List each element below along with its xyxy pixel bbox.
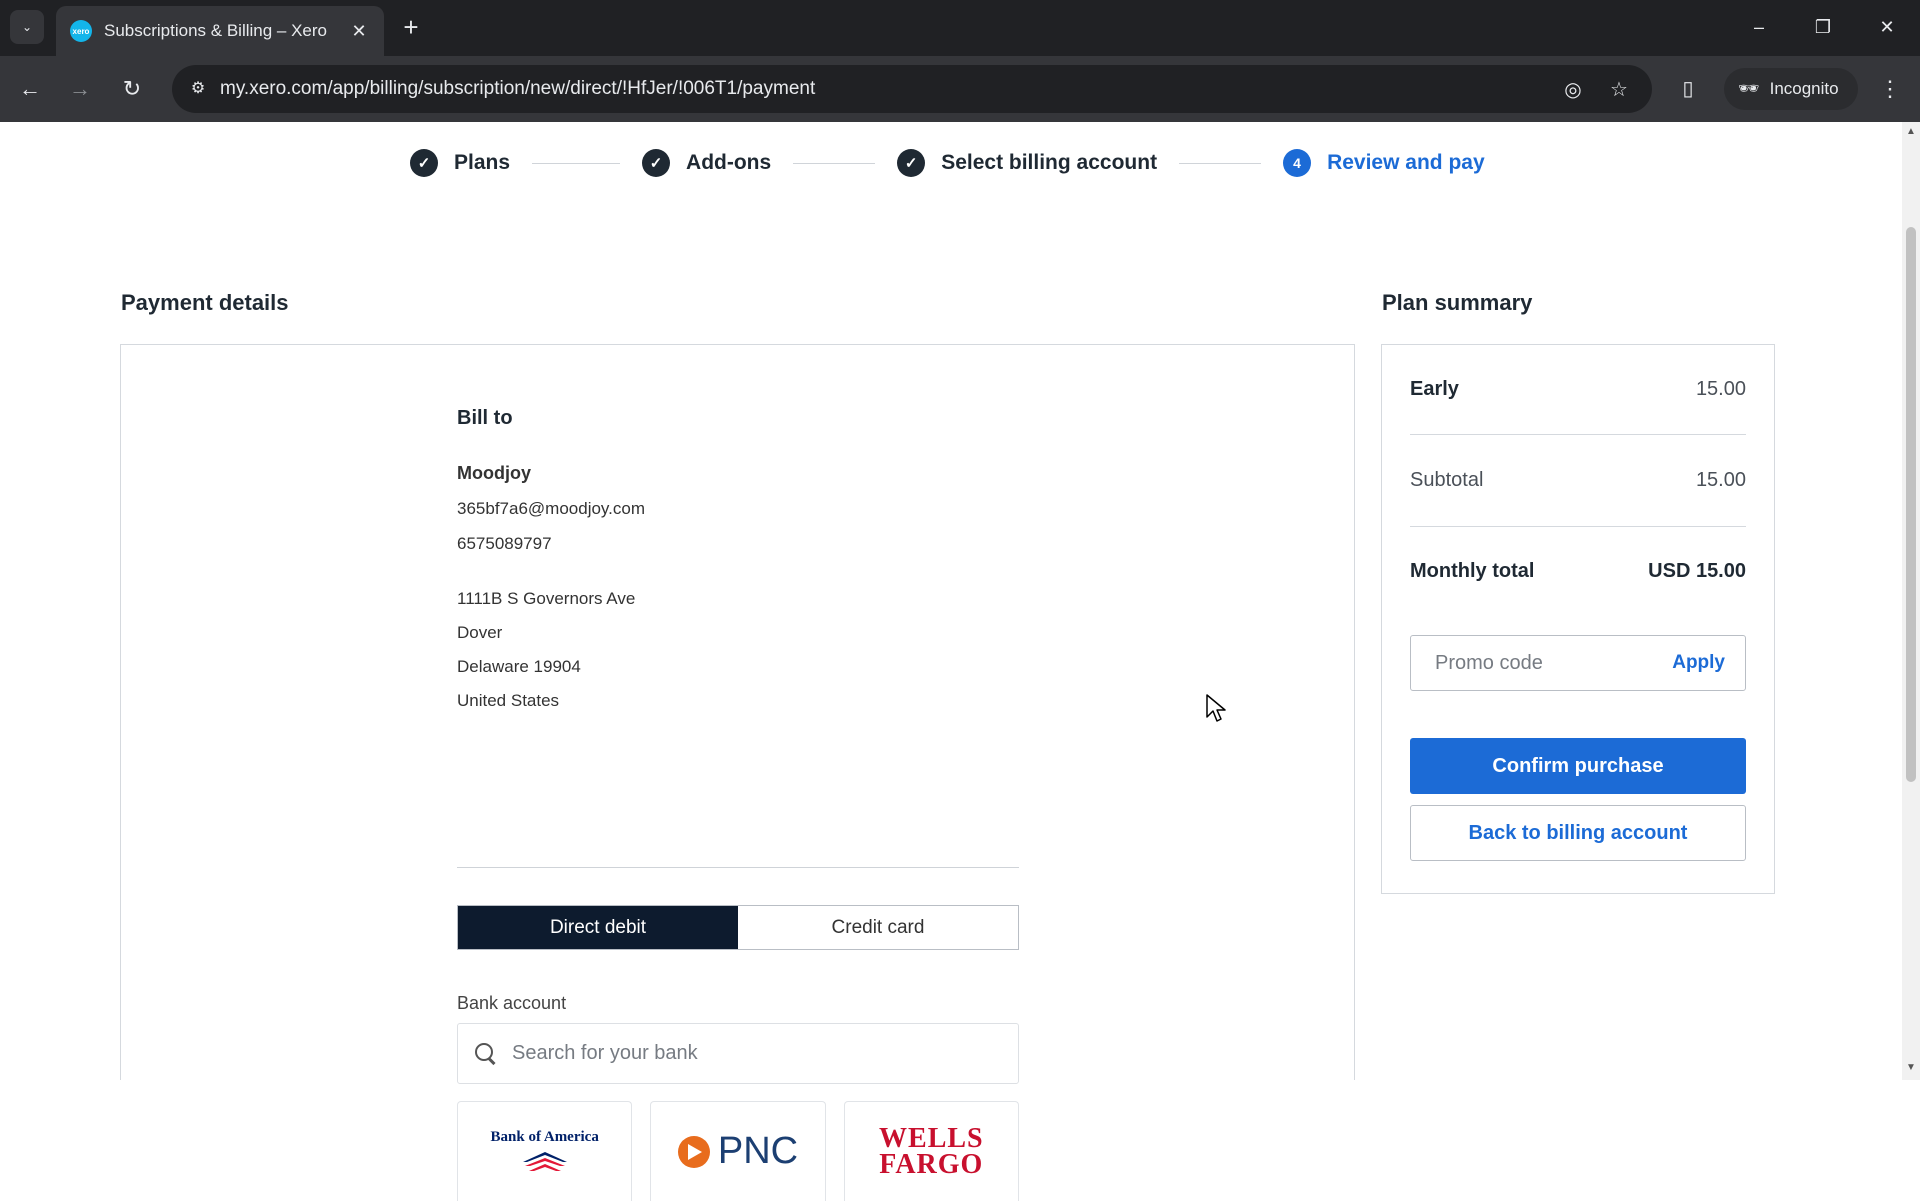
subtotal-row: Subtotal 15.00 [1410,469,1746,492]
promo-code-field: Apply [1410,635,1746,691]
incognito-badge[interactable]: 🕶 Incognito [1724,68,1858,110]
payment-method-toggle: Direct debit Credit card [457,905,1019,950]
close-window-icon[interactable]: ✕ [1872,12,1902,42]
browser-tab-bar: ⌄ xero Subscriptions & Billing – Xero ✕ … [0,0,1920,56]
step-connector [1179,162,1262,164]
divider [1410,526,1746,527]
search-icon [474,1042,498,1066]
incognito-label: Incognito [1769,79,1839,98]
customer-email: 365bf7a6@moodjoy.com [457,499,645,518]
page-content: ✓ Plans ✓ Add-ons ✓ Select billing accou… [0,122,1902,1201]
wells-fargo-tile[interactable]: WELLS FARGO [843,1101,1019,1201]
plan-row: Early 15.00 [1410,378,1746,401]
address-line: Dover [457,623,503,642]
xero-favicon-icon: xero [70,20,92,42]
wells-fargo-logo: WELLS FARGO [879,1122,984,1180]
customer-name: Moodjoy [457,463,531,483]
restore-icon[interactable]: ❐ [1808,12,1838,42]
payment-details-title: Payment details [121,290,289,315]
tracking-protection-icon[interactable]: ◎ [1560,77,1586,103]
site-info-icon[interactable]: ⚙ [186,77,210,101]
back-arrow-icon[interactable]: ← [14,73,46,105]
divider [1410,434,1746,435]
address-line: 1111B S Governors Ave [457,589,636,608]
plan-price: 15.00 [1695,378,1746,400]
tab-close-icon[interactable]: ✕ [348,21,370,42]
plan-summary-card: Early 15.00 Subtotal 15.00 Monthly total… [1381,344,1775,894]
subtotal-label: Subtotal [1410,469,1484,491]
step-plans[interactable]: ✓ Plans [410,149,510,177]
reload-icon[interactable]: ↻ [116,73,148,105]
bill-to-heading: Bill to [457,407,513,429]
bank-tiles: Bank of America PNC WELLS FARGO [457,1101,1019,1201]
monthly-total-label: Monthly total [1410,560,1535,582]
monthly-total-value: USD 15.00 [1648,560,1746,582]
minimize-icon[interactable]: – [1744,12,1774,42]
url-text[interactable]: my.xero.com/app/billing/subscription/new… [220,78,815,100]
step-label: Add-ons [686,151,772,174]
bank-account-label: Bank account [457,993,567,1013]
pnc-wordmark: PNC [717,1130,799,1172]
side-panel-icon[interactable]: ▯ [1672,73,1704,105]
step-connector [532,162,621,164]
check-icon: ✓ [410,149,438,177]
step-label: Plans [454,151,511,174]
bank-of-america-flag-icon [522,1152,567,1171]
step-add-ons[interactable]: ✓ Add-ons [642,149,771,177]
address-line: Delaware 19904 [457,657,581,676]
check-icon: ✓ [642,149,671,177]
mouse-cursor-icon [1206,694,1226,722]
page-scrollbar[interactable]: ▲ ▼ [1902,122,1920,1080]
step-number: 4 [1283,149,1312,177]
step-review-and-pay: 4 Review and pay [1283,149,1485,177]
address-bar[interactable]: ⚙ my.xero.com/app/billing/subscription/n… [172,65,1652,113]
customer-phone: 6575089797 [457,534,552,553]
direct-debit-tab[interactable]: Direct debit [458,906,738,949]
browser-menu-icon[interactable]: ⋮ [1874,73,1906,105]
subtotal-value: 15.00 [1695,469,1746,491]
bookmark-star-icon[interactable]: ☆ [1606,77,1632,103]
step-label: Review and pay [1327,151,1485,174]
step-label: Select billing account [941,151,1158,174]
scrollbar-thumb[interactable] [1906,227,1916,782]
pnc-mark-icon [677,1135,710,1168]
plan-summary-title: Plan summary [1382,290,1533,315]
browser-tab[interactable]: xero Subscriptions & Billing – Xero ✕ [56,6,384,56]
plan-name: Early [1410,378,1459,400]
new-tab-button[interactable]: + [396,12,426,42]
bank-search-field[interactable] [457,1023,1019,1084]
wells-fargo-line1: WELLS [879,1122,984,1154]
step-connector [793,162,876,164]
promo-code-input[interactable] [1411,651,1651,675]
check-icon: ✓ [897,149,926,177]
monthly-total-row: Monthly total USD 15.00 [1410,560,1746,583]
tab-list-button[interactable]: ⌄ [10,10,44,44]
pnc-logo: PNC [677,1130,799,1173]
scroll-up-arrow-icon[interactable]: ▲ [1905,126,1917,138]
payment-details-card: Bill to Moodjoy 365bf7a6@moodjoy.com 657… [120,344,1355,1201]
forward-arrow-icon[interactable]: → [64,73,96,105]
credit-card-tab[interactable]: Credit card [738,906,1018,949]
confirm-purchase-button[interactable]: Confirm purchase [1410,738,1746,794]
tab-title: Subscriptions & Billing – Xero [104,21,328,40]
apply-promo-button[interactable]: Apply [1672,652,1725,674]
bank-of-america-tile[interactable]: Bank of America [457,1101,633,1201]
address-line: United States [457,691,560,710]
bank-search-input[interactable] [512,1042,992,1065]
bank-of-america-logo: Bank of America [490,1129,599,1145]
wells-fargo-line2: FARGO [879,1148,984,1180]
browser-toolbar: ← → ↻ ⚙ my.xero.com/app/billing/subscrip… [0,56,1920,122]
checkout-stepper: ✓ Plans ✓ Add-ons ✓ Select billing accou… [410,148,1485,178]
back-to-billing-account-button[interactable]: Back to billing account [1410,805,1746,861]
pnc-tile[interactable]: PNC [650,1101,826,1201]
scroll-down-arrow-icon[interactable]: ▼ [1905,1062,1917,1074]
incognito-icon: 🕶 [1738,79,1760,98]
step-select-billing-account[interactable]: ✓ Select billing account [897,149,1157,177]
divider [457,867,1019,868]
